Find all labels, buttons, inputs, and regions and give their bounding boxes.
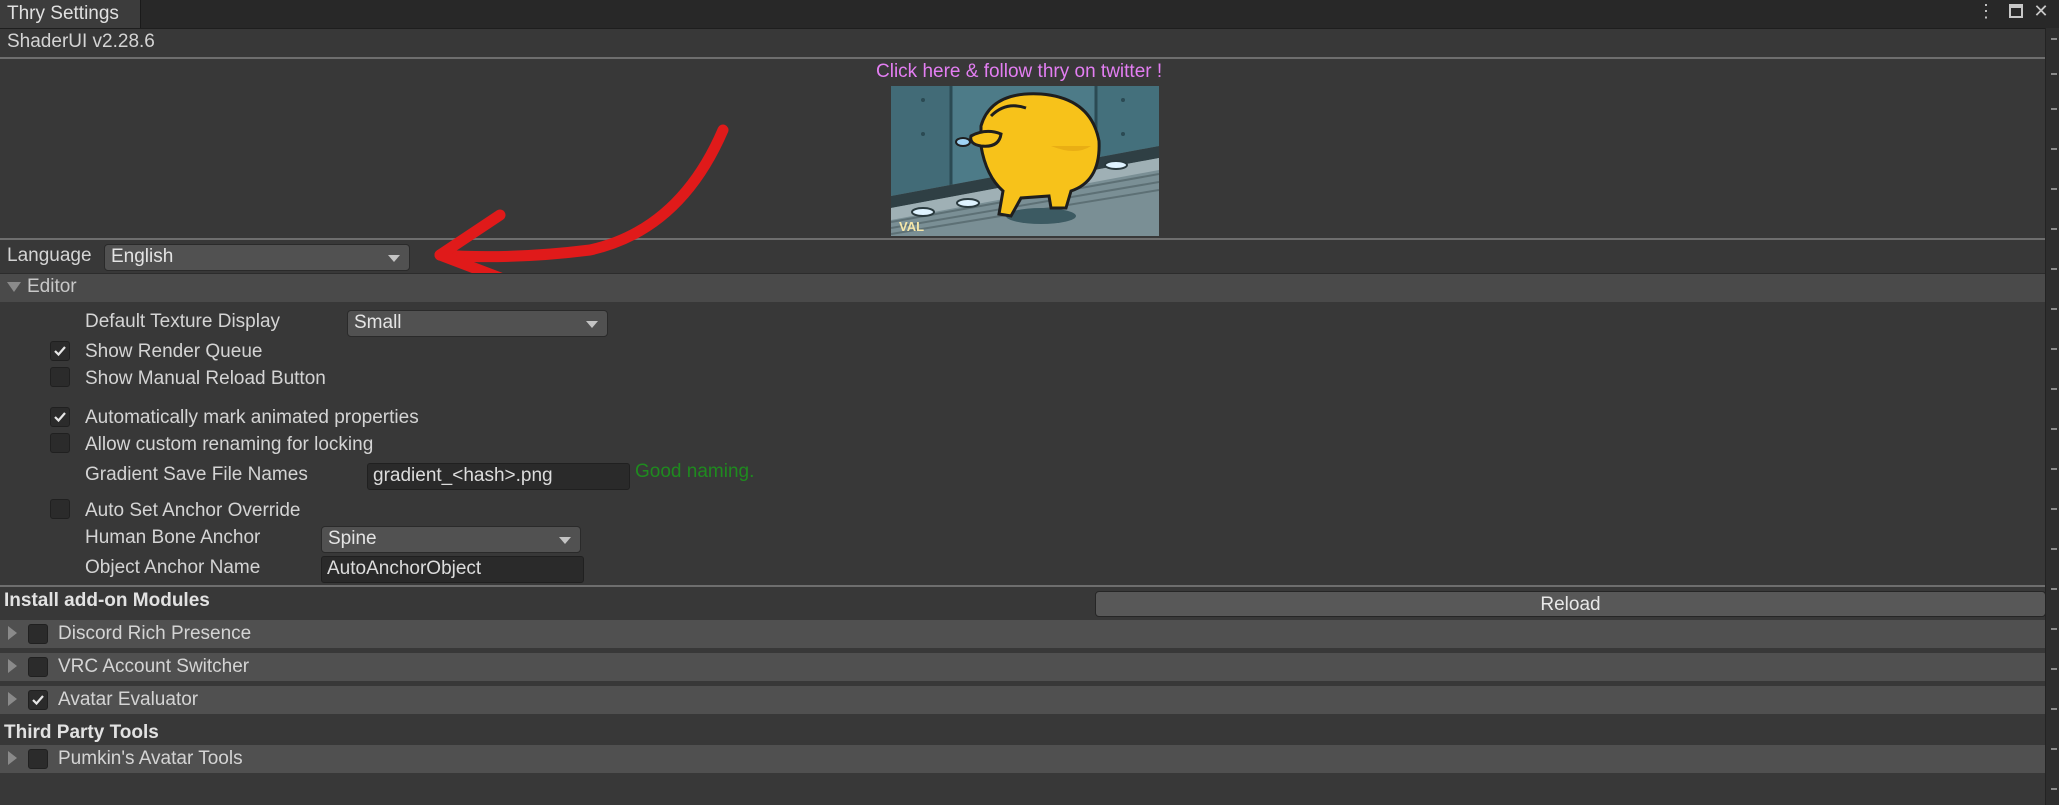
object-anchor-name-label: Object Anchor Name [85, 557, 261, 578]
allow-custom-renaming-label: Allow custom renaming for locking [85, 434, 374, 455]
banner-image[interactable]: VAL [891, 86, 1159, 236]
checkmark-icon [54, 346, 66, 357]
module-label-vrc-account-switcher: VRC Account Switcher [58, 656, 250, 677]
kebab-menu-icon[interactable]: ⋮ [1975, 0, 1997, 24]
module-checkbox-avatar-evaluator[interactable] [28, 690, 48, 710]
version-label: ShaderUI v2.28.6 [7, 31, 155, 52]
chevron-down-icon [388, 255, 400, 262]
auto-mark-animated-label: Automatically mark animated properties [85, 407, 419, 428]
divider [0, 238, 2045, 240]
tab-thry-settings[interactable]: Thry Settings [0, 0, 141, 28]
show-render-queue-label: Show Render Queue [85, 341, 263, 362]
foldout-collapsed-icon[interactable] [8, 659, 17, 673]
foldout-collapsed-icon[interactable] [8, 751, 17, 765]
foldout-collapsed-icon[interactable] [8, 626, 17, 640]
editor-section-header[interactable] [0, 273, 2059, 302]
svg-text:VAL: VAL [899, 219, 924, 234]
chevron-down-icon [559, 537, 571, 544]
foldout-collapsed-icon[interactable] [8, 692, 17, 706]
module-row-pumkin[interactable] [0, 745, 2045, 773]
object-anchor-name-input[interactable]: AutoAnchorObject [321, 556, 584, 583]
module-label-discord: Discord Rich Presence [58, 623, 252, 644]
language-dropdown[interactable]: English [104, 244, 410, 271]
close-icon[interactable]: ✕ [2030, 0, 2052, 24]
maximize-icon[interactable] [2005, 0, 2027, 24]
module-checkbox-pumkin[interactable] [28, 749, 48, 769]
window-title-bar [0, 0, 2059, 29]
language-value: English [111, 246, 174, 267]
checkmark-icon [32, 695, 44, 706]
third-party-header: Third Party Tools [4, 722, 159, 743]
modules-header: Install add-on Modules [4, 590, 210, 611]
default-texture-display-dropdown[interactable]: Small [347, 310, 608, 337]
foldout-expanded-icon[interactable] [7, 282, 21, 292]
human-bone-anchor-dropdown[interactable]: Spine [321, 526, 581, 553]
show-render-queue-checkbox[interactable] [50, 341, 70, 361]
gradient-names-input[interactable]: gradient_<hash>.png [367, 463, 630, 490]
gradient-names-label: Gradient Save File Names [85, 464, 308, 485]
auto-mark-animated-checkbox[interactable] [50, 407, 70, 427]
auto-anchor-override-label: Auto Set Anchor Override [85, 500, 301, 521]
allow-custom-renaming-checkbox[interactable] [50, 433, 70, 453]
module-label-avatar-evaluator: Avatar Evaluator [58, 689, 199, 710]
divider [0, 585, 2045, 587]
show-manual-reload-checkbox[interactable] [50, 367, 70, 387]
default-texture-display-label: Default Texture Display [85, 311, 281, 332]
human-bone-anchor-label: Human Bone Anchor [85, 527, 261, 548]
divider [0, 57, 2045, 59]
module-row-discord[interactable] [0, 620, 2045, 648]
auto-anchor-override-checkbox[interactable] [50, 499, 70, 519]
show-manual-reload-label: Show Manual Reload Button [85, 368, 326, 389]
chevron-down-icon [586, 321, 598, 328]
twitter-link[interactable]: Click here & follow thry on twitter ! [876, 61, 1162, 83]
module-label-pumkin: Pumkin's Avatar Tools [58, 748, 243, 769]
module-row-vrc-account-switcher[interactable] [0, 653, 2045, 681]
editor-header-label: Editor [27, 276, 77, 297]
default-texture-display-value: Small [354, 312, 402, 333]
scrollbar[interactable] [2045, 28, 2059, 805]
module-checkbox-vrc-account-switcher[interactable] [28, 657, 48, 677]
language-label: Language [7, 245, 92, 266]
human-bone-anchor-value: Spine [328, 528, 377, 549]
gradient-names-status: Good naming. [635, 461, 755, 482]
module-checkbox-discord[interactable] [28, 624, 48, 644]
checkmark-icon [54, 412, 66, 423]
reload-button[interactable]: Reload [1095, 591, 2046, 617]
module-row-avatar-evaluator[interactable] [0, 686, 2045, 714]
